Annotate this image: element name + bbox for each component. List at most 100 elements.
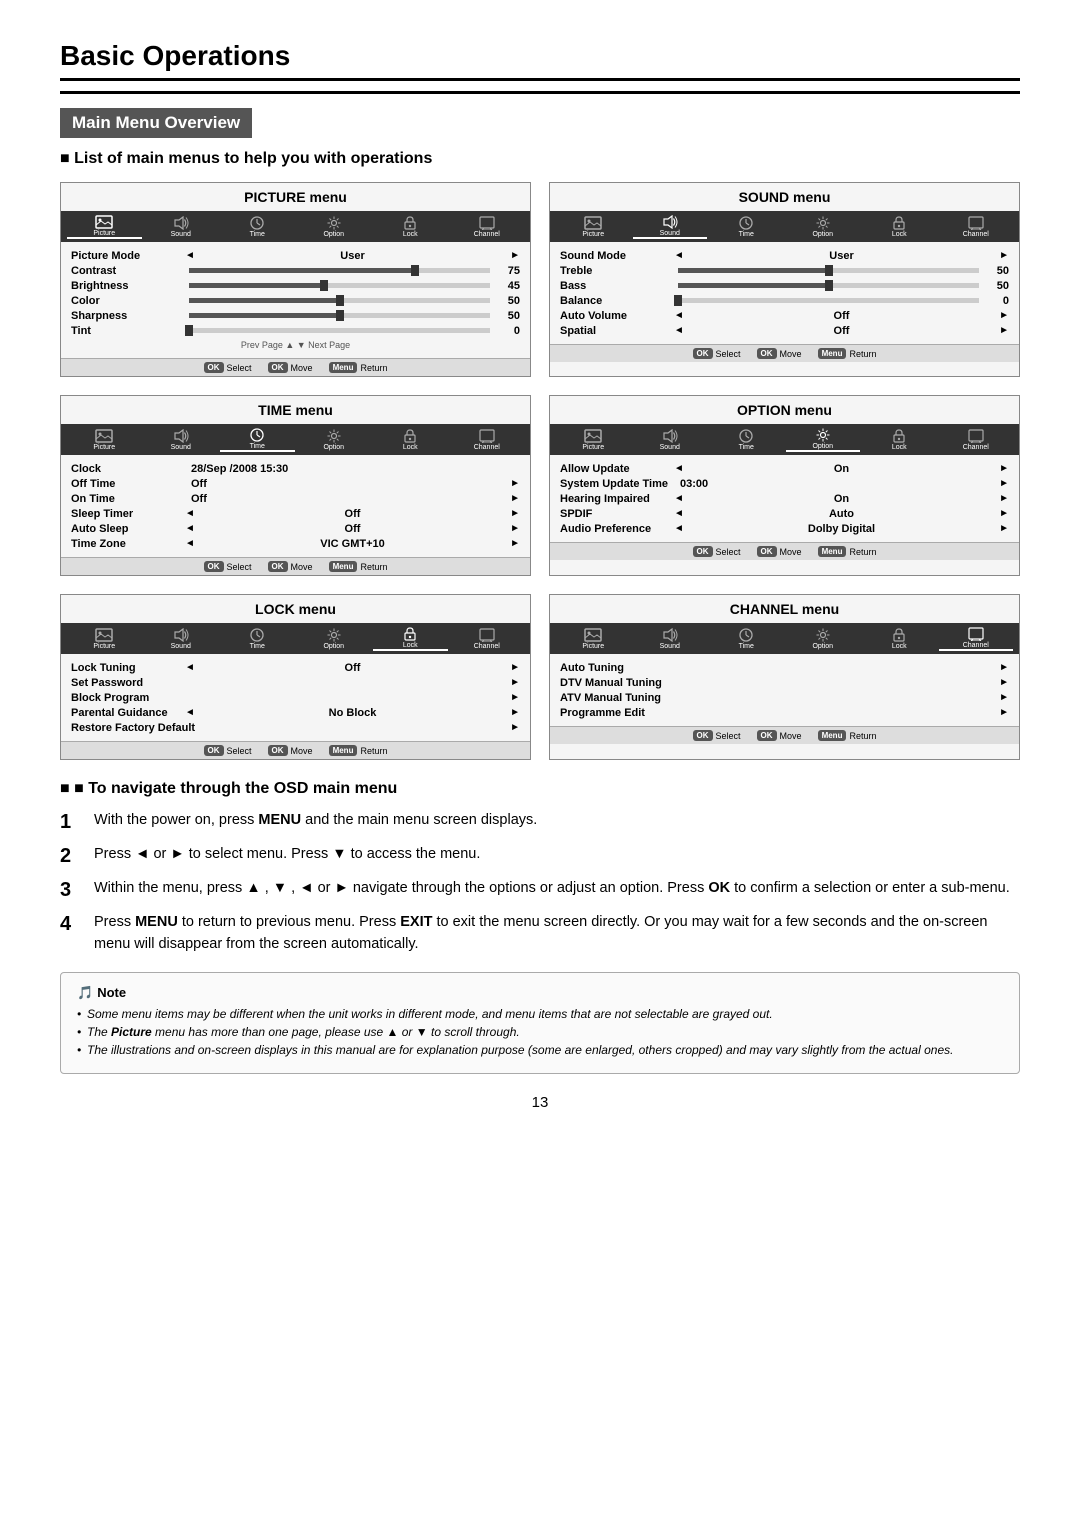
icon-picture: Picture xyxy=(556,428,631,451)
nav-step: 2Press ◄ or ► to select menu. Press ▼ to… xyxy=(60,844,1020,868)
menu-row: Brightness45 xyxy=(71,278,520,293)
menu-row: Treble50 xyxy=(560,263,1009,278)
note-item: Some menu items may be different when th… xyxy=(77,1007,1003,1021)
note-label: Note xyxy=(97,985,126,1000)
note-item: The illustrations and on-screen displays… xyxy=(77,1043,1003,1057)
menu-row: Block Program► xyxy=(71,690,520,705)
icons-bar-time: PictureSoundTimeOptionLockChannel xyxy=(61,424,530,455)
icon-time: Time xyxy=(709,215,784,238)
menu-row: On TimeOff► xyxy=(71,491,520,506)
menu-row: Clock28/Sep /2008 15:30 xyxy=(71,461,520,476)
step-number: 2 xyxy=(60,844,82,868)
icon-option: Option xyxy=(786,215,861,238)
icon-time: Time xyxy=(709,428,784,451)
menu-content-channel: Auto Tuning►DTV Manual Tuning►ATV Manual… xyxy=(550,654,1019,726)
menu-row: SPDIF◄Auto► xyxy=(560,506,1009,521)
icon-lock: Lock xyxy=(373,626,448,651)
icon-lock: Lock xyxy=(862,428,937,451)
menu-box-sound: SOUND menu PictureSoundTimeOptionLockChan… xyxy=(549,182,1020,377)
nav-step: 3 Within the menu, press ▲ , ▼ , ◄ or ► n… xyxy=(60,878,1020,902)
nav-steps: 1With the power on, press MENU and the m… xyxy=(60,810,1020,956)
menu-content-time: Clock28/Sep /2008 15:30Off TimeOff►On Ti… xyxy=(61,455,530,557)
step-text: Within the menu, press ▲ , ▼ , ◄ or ► na… xyxy=(94,878,1020,900)
menu-row: Balance0 xyxy=(560,293,1009,308)
menu-row: Auto Sleep◄Off► xyxy=(71,521,520,536)
icon-sound: Sound xyxy=(144,215,219,238)
icon-lock: Lock xyxy=(373,428,448,451)
icon-picture: Picture xyxy=(67,214,142,239)
icon-channel: Channel xyxy=(450,627,525,650)
icon-option: Option xyxy=(297,627,372,650)
menu-row: Set Password► xyxy=(71,675,520,690)
menu-box-picture: PICTURE menu PictureSoundTimeOptionLockCh… xyxy=(60,182,531,377)
menu-row: System Update Time03:00► xyxy=(560,476,1009,491)
nav-section: ■ To navigate through the OSD main menu … xyxy=(60,780,1020,956)
menu-footer-picture: OKSelectOKMoveMenuReturn xyxy=(61,358,530,376)
menu-row: Auto Tuning► xyxy=(560,660,1009,675)
menu-row: Parental Guidance◄No Block► xyxy=(71,705,520,720)
menu-footer-lock: OKSelectOKMoveMenuReturn xyxy=(61,741,530,759)
icon-sound: Sound xyxy=(144,627,219,650)
menu-row: DTV Manual Tuning► xyxy=(560,675,1009,690)
icon-channel: Channel xyxy=(450,428,525,451)
icons-bar-picture: PictureSoundTimeOptionLockChannel xyxy=(61,211,530,242)
nav-step: 1With the power on, press MENU and the m… xyxy=(60,810,1020,834)
list-header: List of main menus to help you with oper… xyxy=(60,150,1020,168)
menu-footer-sound: OKSelectOKMoveMenuReturn xyxy=(550,344,1019,362)
menu-title-channel: CHANNEL menu xyxy=(550,595,1019,617)
step-number: 4 xyxy=(60,912,82,936)
section-header: Main Menu Overview xyxy=(60,108,252,138)
menu-row: ATV Manual Tuning► xyxy=(560,690,1009,705)
menu-row: Color50 xyxy=(71,293,520,308)
menu-box-option: OPTION menuPictureSoundTimeOptionLockCha… xyxy=(549,395,1020,576)
note-icon: 🎵 xyxy=(77,985,93,1001)
step-text: Press MENU to return to previous menu. P… xyxy=(94,912,1020,956)
icon-channel: Channel xyxy=(939,626,1014,651)
page-number: 13 xyxy=(60,1094,1020,1111)
menu-title-sound: SOUND menu xyxy=(550,183,1019,205)
nav-step: 4 Press MENU to return to previous menu. … xyxy=(60,912,1020,956)
menu-box-channel: CHANNEL menuPictureSoundTimeOptionLockCh… xyxy=(549,594,1020,760)
icon-time: Time xyxy=(220,427,295,452)
menu-row: Lock Tuning◄Off► xyxy=(71,660,520,675)
menu-title-time: TIME menu xyxy=(61,396,530,418)
menu-title-lock: LOCK menu xyxy=(61,595,530,617)
icon-lock: Lock xyxy=(373,215,448,238)
menu-footer-time: OKSelectOKMoveMenuReturn xyxy=(61,557,530,575)
icons-bar-sound: PictureSoundTimeOptionLockChannel xyxy=(550,211,1019,242)
icon-time: Time xyxy=(220,627,295,650)
icon-channel: Channel xyxy=(939,215,1014,238)
menu-row: Tint0 xyxy=(71,323,520,338)
icon-time: Time xyxy=(220,215,295,238)
step-number: 3 xyxy=(60,878,82,902)
menu-row: Programme Edit► xyxy=(560,705,1009,720)
page-title: Basic Operations xyxy=(60,40,1020,81)
menu-content-lock: Lock Tuning◄Off►Set Password►Block Progr… xyxy=(61,654,530,741)
menu-row: Hearing Impaired◄On► xyxy=(560,491,1009,506)
menu-row: Contrast75 xyxy=(71,263,520,278)
note-box: 🎵 Note Some menu items may be different … xyxy=(60,972,1020,1074)
menu-row: Picture Mode◄User► xyxy=(71,248,520,263)
icon-sound: Sound xyxy=(633,627,708,650)
menu-row: Sharpness50 xyxy=(71,308,520,323)
icon-sound: Sound xyxy=(633,428,708,451)
note-title: 🎵 Note xyxy=(77,985,1003,1001)
menu-box-lock: LOCK menu PictureSoundTimeOptionLockChann… xyxy=(60,594,531,760)
menu-row: Auto Volume◄Off► xyxy=(560,308,1009,323)
icon-option: Option xyxy=(297,215,372,238)
icon-lock: Lock xyxy=(862,215,937,238)
icon-picture: Picture xyxy=(556,627,631,650)
icon-channel: Channel xyxy=(939,428,1014,451)
icon-sound: Sound xyxy=(633,214,708,239)
step-number: 1 xyxy=(60,810,82,834)
icon-picture: Picture xyxy=(67,627,142,650)
menu-content-sound: Sound Mode◄User►Treble50Bass50Balance0Au… xyxy=(550,242,1019,344)
menu-title-picture: PICTURE menu xyxy=(61,183,530,205)
icon-option: Option xyxy=(786,427,861,452)
menu-row: Audio Preference◄Dolby Digital► xyxy=(560,521,1009,536)
icon-sound: Sound xyxy=(144,428,219,451)
menu-row: Spatial◄Off► xyxy=(560,323,1009,338)
menu-row: Bass50 xyxy=(560,278,1009,293)
menu-footer-channel: OKSelectOKMoveMenuReturn xyxy=(550,726,1019,744)
icon-lock: Lock xyxy=(862,627,937,650)
